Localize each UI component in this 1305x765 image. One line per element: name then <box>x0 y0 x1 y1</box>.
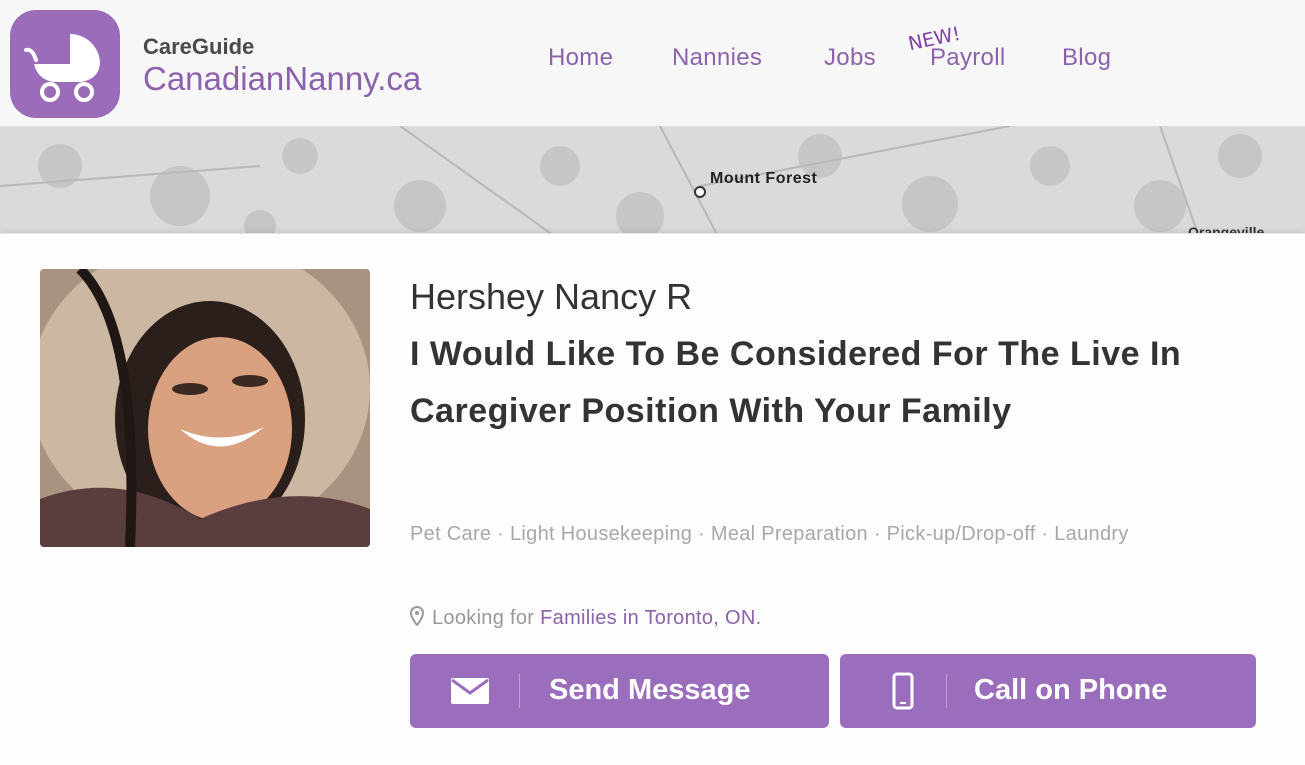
location-map[interactable]: Mount Forest Orangeville <box>0 126 1305 240</box>
profile-location: Looking for Families in Toronto, ON. <box>410 606 761 630</box>
nav-blog[interactable]: Blog <box>1062 44 1111 72</box>
map-city-label: Mount Forest <box>710 170 818 187</box>
mobile-phone-icon <box>892 672 914 710</box>
send-message-button[interactable]: Send Message <box>410 654 829 728</box>
location-link[interactable]: Families in Toronto, ON. <box>540 607 761 629</box>
nav-nannies[interactable]: Nannies <box>672 44 762 72</box>
nav-home[interactable]: Home <box>548 44 613 72</box>
brand-tagline: CareGuide <box>143 34 255 59</box>
call-phone-button[interactable]: Call on Phone <box>840 654 1256 728</box>
profile-card: Hershey Nancy R I Would Like To Be Consi… <box>0 233 1305 765</box>
envelope-icon <box>451 678 489 704</box>
map-background <box>0 126 1305 240</box>
button-divider <box>519 674 520 708</box>
site-header: CareGuide CanadianNanny.ca Home Nannies … <box>0 0 1305 126</box>
site-logo[interactable] <box>10 10 120 118</box>
profile-photo <box>40 269 370 547</box>
send-message-label: Send Message <box>549 674 751 706</box>
brand-name[interactable]: CanadianNanny.ca <box>143 60 421 98</box>
button-divider <box>946 674 947 708</box>
location-prefix: Looking for <box>432 607 535 629</box>
call-phone-label: Call on Phone <box>974 674 1168 706</box>
nav-jobs[interactable]: Jobs <box>824 44 876 72</box>
map-pin-icon <box>410 606 424 626</box>
profile-headline: I Would Like To Be Considered For The Li… <box>410 335 1182 430</box>
baby-stroller-icon <box>24 34 100 102</box>
profile-name[interactable]: Hershey Nancy R <box>410 276 692 318</box>
profile-skills: Pet Care · Light Housekeeping · Meal Pre… <box>410 523 1129 545</box>
